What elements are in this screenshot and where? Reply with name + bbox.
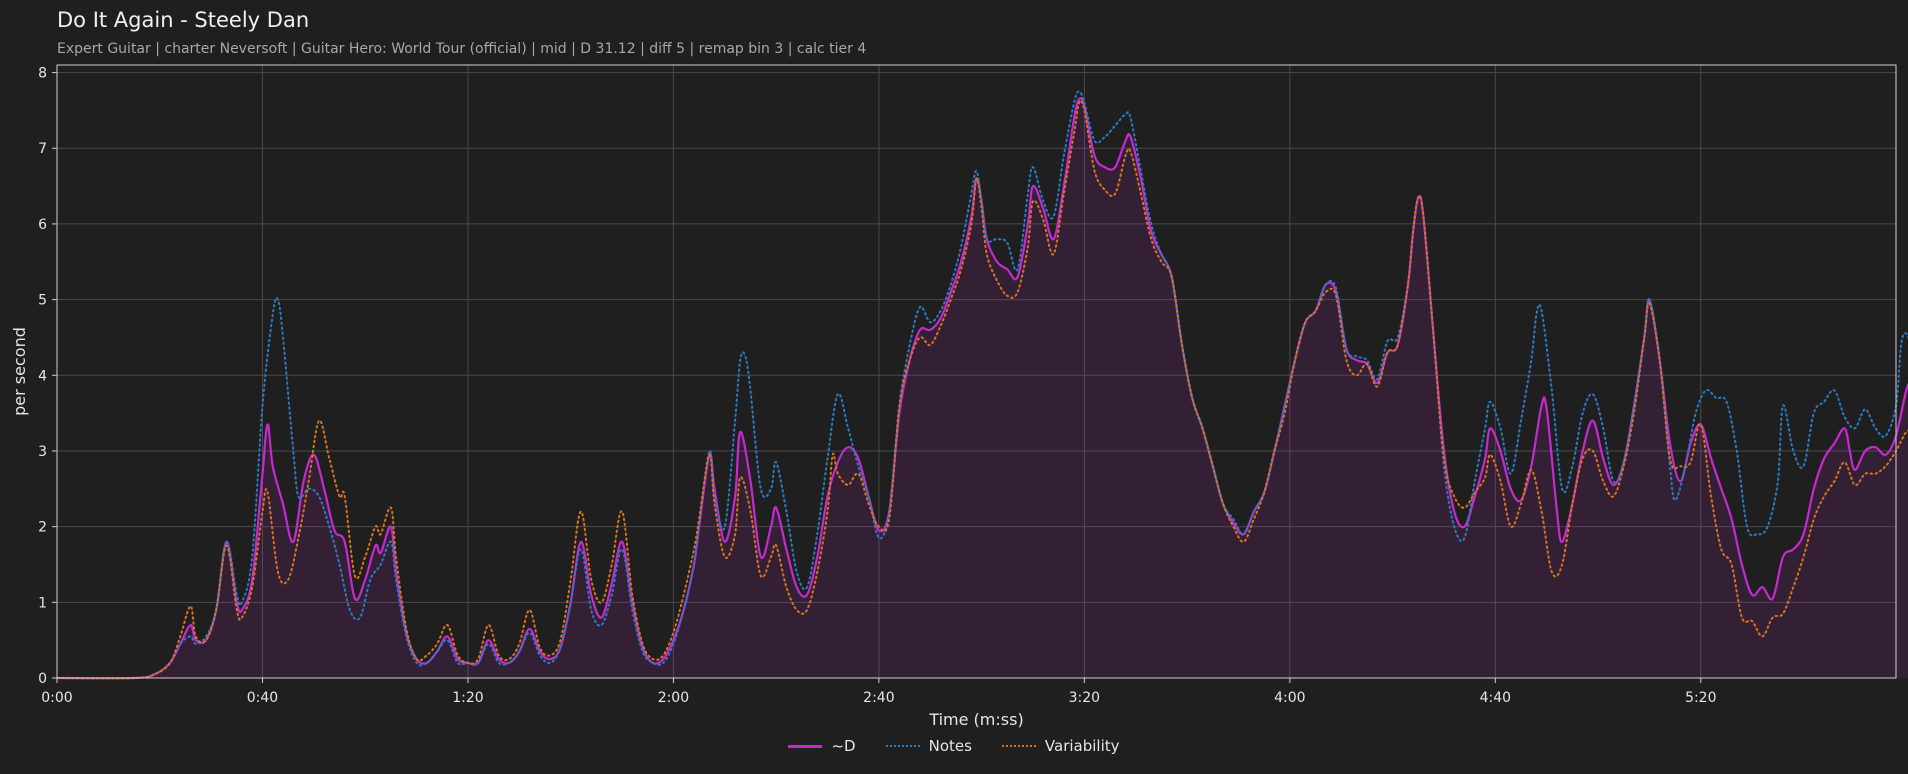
y-tick-label: 8 [38,66,47,82]
legend-label-notes: Notes [928,737,972,755]
x-tick-label: 4:40 [1480,690,1511,706]
series-d-area [57,98,1908,679]
x-tick-label: 3:20 [1069,690,1100,706]
legend: ~D Notes Variability [0,737,1908,755]
x-tick-label: 2:40 [863,690,894,706]
y-tick-label: 4 [38,368,47,384]
legend-label-d: ~D [831,737,856,755]
line-chart: 0:00 0:40 1:20 2:00 2:40 3:20 4:00 4:40 5:20 0 1 2 3… [10,64,1908,729]
y-tick-label: 6 [38,217,47,233]
legend-swatch-variability [1001,745,1036,747]
x-tick-label: 4:00 [1274,690,1305,706]
series-layer [56,90,1908,680]
y-tick-label: 3 [38,444,47,460]
y-tick-label: 7 [38,141,47,157]
x-tick-label: 0:40 [247,690,278,706]
legend-swatch-notes [885,745,920,747]
y-tick-label: 2 [38,520,47,536]
legend-swatch-d [788,744,823,748]
y-tick-label: 1 [38,595,47,611]
legend-label-variability: Variability [1044,737,1120,755]
y-tick-label: 0 [38,671,47,687]
legend-item-variability: Variability [1001,737,1120,755]
x-tick-label: 5:20 [1685,690,1716,706]
x-tick-label: 2:00 [658,690,689,706]
legend-item-d: ~D [788,737,856,755]
x-axis-label: Time (m:ss) [928,710,1023,729]
legend-item-notes: Notes [885,737,972,755]
y-tick-label: 5 [38,293,47,309]
x-tick-label: 0:00 [41,690,72,706]
x-tick-label: 1:20 [452,690,483,706]
y-axis-label: per second [10,327,29,416]
